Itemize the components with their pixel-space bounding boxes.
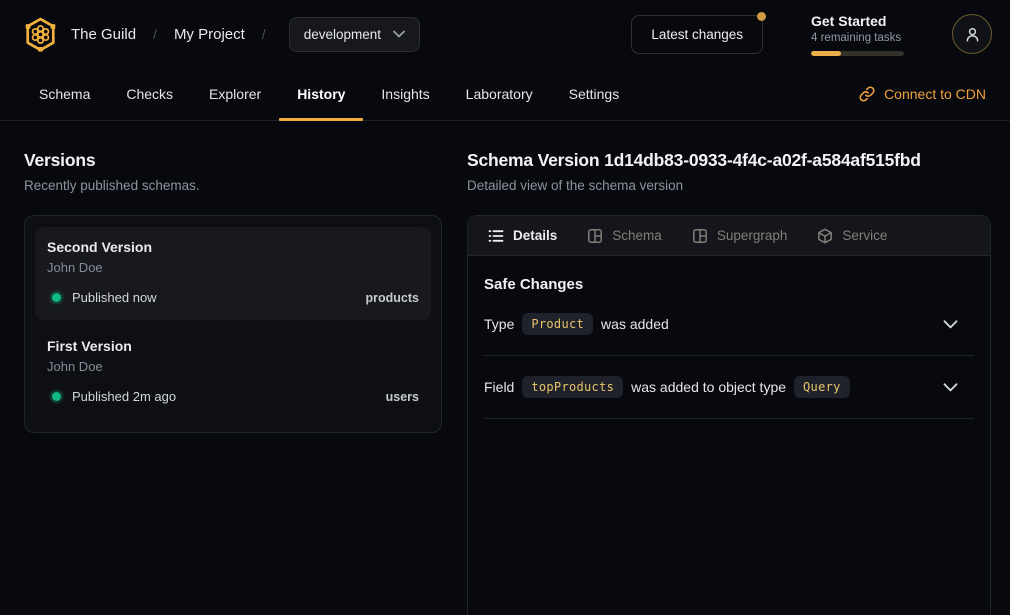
safe-changes-title: Safe Changes bbox=[484, 276, 974, 293]
nav-tab-settings[interactable]: Settings bbox=[551, 68, 638, 120]
breadcrumb: The Guild / My Project / development bbox=[24, 17, 420, 52]
cube-icon bbox=[817, 228, 833, 244]
version-published-status: Published now bbox=[72, 290, 157, 305]
version-service-name: users bbox=[386, 390, 419, 404]
change-text: Field bbox=[484, 379, 514, 395]
version-author: John Doe bbox=[47, 359, 419, 374]
version-list-item[interactable]: Second Version John Doe Published now pr… bbox=[35, 227, 431, 320]
schema-version-detail-box: Details Schema Supergraph bbox=[467, 215, 991, 615]
link-icon bbox=[859, 86, 875, 102]
environment-selector[interactable]: development bbox=[289, 17, 420, 52]
breadcrumb-separator: / bbox=[153, 26, 157, 42]
change-row[interactable]: Type Product was added bbox=[484, 293, 974, 356]
detail-tab-service[interactable]: Service bbox=[817, 228, 887, 244]
nav-tab-label: Insights bbox=[381, 86, 429, 102]
breadcrumb-org[interactable]: The Guild bbox=[71, 26, 136, 43]
app-header: The Guild / My Project / development Lat… bbox=[0, 0, 1010, 68]
version-published-status: Published 2m ago bbox=[72, 389, 176, 404]
get-started-title: Get Started bbox=[811, 13, 904, 29]
nav-tab-label: Schema bbox=[39, 86, 90, 102]
get-started-progress bbox=[811, 51, 904, 56]
detail-tab-supergraph[interactable]: Supergraph bbox=[692, 228, 788, 244]
get-started-progress-fill bbox=[811, 51, 841, 56]
change-text: Type bbox=[484, 316, 514, 332]
list-icon bbox=[488, 228, 504, 244]
versions-subtitle: Recently published schemas. bbox=[24, 178, 442, 193]
nav-tab-checks[interactable]: Checks bbox=[108, 68, 191, 120]
connect-to-cdn-link[interactable]: Connect to CDN bbox=[859, 68, 986, 120]
environment-selector-value: development bbox=[304, 27, 381, 42]
user-menu-button[interactable] bbox=[952, 14, 992, 54]
get-started-widget[interactable]: Get Started 4 remaining tasks bbox=[811, 13, 904, 56]
connect-to-cdn-label: Connect to CDN bbox=[884, 86, 986, 102]
change-text: was added bbox=[601, 316, 669, 332]
columns-icon bbox=[692, 228, 708, 244]
versions-list: Second Version John Doe Published now pr… bbox=[24, 215, 442, 433]
chevron-down-icon bbox=[393, 30, 405, 38]
hive-hexagon-icon[interactable] bbox=[24, 17, 57, 52]
nav-tab-label: History bbox=[297, 86, 345, 102]
detail-tab-label: Supergraph bbox=[717, 228, 788, 243]
change-text: was added to object type bbox=[631, 379, 786, 395]
nav-tab-label: Settings bbox=[569, 86, 620, 102]
detail-content: Safe Changes Type Product was added Fieldt… bbox=[468, 256, 990, 419]
change-code-badge: Query bbox=[794, 376, 850, 398]
schema-version-title: Schema Version 1d14db83-0933-4f4c-a02f-a… bbox=[467, 150, 991, 171]
detail-tab-label: Details bbox=[513, 228, 557, 243]
detail-tab-label: Schema bbox=[612, 228, 662, 243]
breadcrumb-project[interactable]: My Project bbox=[174, 26, 245, 43]
change-description: Type Product was added bbox=[484, 313, 669, 335]
get-started-subtitle: 4 remaining tasks bbox=[811, 32, 904, 44]
change-description: Field topProducts was added to object type… bbox=[484, 376, 858, 398]
nav-tab-label: Checks bbox=[126, 86, 173, 102]
main-content: Versions Recently published schemas. Sec… bbox=[0, 121, 1010, 615]
published-status-dot bbox=[52, 293, 61, 302]
detail-tab-schema[interactable]: Schema bbox=[587, 228, 662, 244]
detail-tabs: Details Schema Supergraph bbox=[468, 216, 990, 256]
main-nav: Schema Checks Explorer History Insights … bbox=[0, 68, 1010, 121]
nav-tab-label: Explorer bbox=[209, 86, 261, 102]
change-code-badge: Product bbox=[522, 313, 593, 335]
schema-version-panel: Schema Version 1d14db83-0933-4f4c-a02f-a… bbox=[467, 150, 991, 615]
header-right: Latest changes Get Started 4 remaining t… bbox=[631, 13, 992, 56]
nav-tab-schema[interactable]: Schema bbox=[21, 68, 108, 120]
version-list-item[interactable]: First Version John Doe Published 2m ago … bbox=[35, 326, 431, 419]
version-service-name: products bbox=[366, 291, 419, 305]
change-code-badge: topProducts bbox=[522, 376, 623, 398]
nav-tabs: Schema Checks Explorer History Insights … bbox=[21, 68, 637, 120]
nav-tab-insights[interactable]: Insights bbox=[363, 68, 447, 120]
nav-tab-laboratory[interactable]: Laboratory bbox=[448, 68, 551, 120]
chevron-down-icon[interactable] bbox=[943, 383, 958, 392]
latest-changes-button[interactable]: Latest changes bbox=[631, 15, 763, 54]
detail-tab-label: Service bbox=[842, 228, 887, 243]
published-status-dot bbox=[52, 392, 61, 401]
version-author: John Doe bbox=[47, 260, 419, 275]
notification-dot bbox=[757, 12, 766, 21]
latest-changes-label: Latest changes bbox=[651, 27, 743, 42]
columns-icon bbox=[587, 228, 603, 244]
versions-title: Versions bbox=[24, 150, 442, 171]
chevron-down-icon[interactable] bbox=[943, 320, 958, 329]
schema-version-subtitle: Detailed view of the schema version bbox=[467, 178, 991, 193]
nav-tab-label: Laboratory bbox=[466, 86, 533, 102]
change-row[interactable]: Field topProducts was added to object type… bbox=[484, 356, 974, 419]
person-icon bbox=[964, 26, 981, 43]
changes-list: Type Product was added Field topProducts was… bbox=[484, 293, 974, 419]
breadcrumb-separator: / bbox=[262, 26, 266, 42]
nav-tab-history[interactable]: History bbox=[279, 68, 363, 120]
versions-panel: Versions Recently published schemas. Sec… bbox=[24, 150, 442, 615]
version-name: Second Version bbox=[47, 239, 419, 255]
detail-tab-details[interactable]: Details bbox=[488, 228, 557, 244]
nav-tab-explorer[interactable]: Explorer bbox=[191, 68, 279, 120]
version-name: First Version bbox=[47, 338, 419, 354]
